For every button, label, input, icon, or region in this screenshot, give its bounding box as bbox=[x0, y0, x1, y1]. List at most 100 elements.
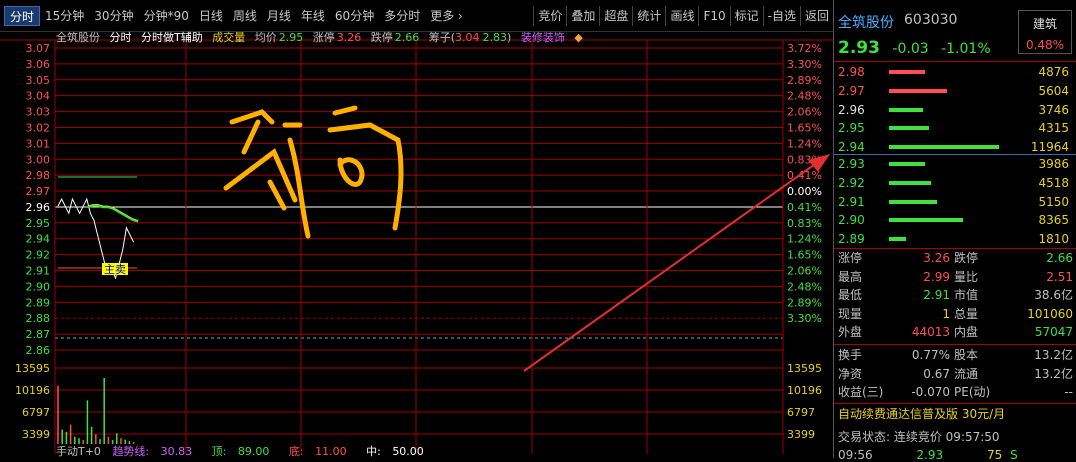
stat-row: 换手 0.77% 股本 13.2亿 bbox=[834, 346, 1076, 365]
tick-time: 09:56 bbox=[838, 448, 873, 462]
pct-tick: 1.24% bbox=[787, 233, 822, 246]
tab-8[interactable]: 60分钟 bbox=[330, 6, 379, 26]
asks-volume: 4876 bbox=[1038, 65, 1069, 79]
tab-6[interactable]: 月线 bbox=[262, 6, 296, 26]
asks-level-3[interactable]: 2.95 4315 bbox=[834, 119, 1076, 138]
chart-mode[interactable]: 分时 bbox=[110, 31, 132, 44]
tab-1[interactable]: 15分钟 bbox=[40, 6, 89, 26]
stat-l1: 最低 bbox=[838, 288, 863, 302]
stat-l1: 净资 bbox=[838, 366, 863, 381]
tab-0[interactable]: 分时 bbox=[4, 5, 41, 26]
stat-v1: 2.91 bbox=[923, 288, 950, 302]
pct-tick: 2.48% bbox=[787, 90, 822, 103]
bids-level-0[interactable]: 2.93 3986 bbox=[834, 155, 1076, 174]
intraday-chart[interactable]: 3.07 3.06 3.05 3.04 3.03 3.02 3.01 3.00 2.98 2.97… bbox=[0, 0, 833, 458]
bids-level-3[interactable]: 2.90 8365 bbox=[834, 211, 1076, 230]
price-tick: 2.89 bbox=[26, 296, 51, 309]
price-row: 2.93 -0.03 -1.01% bbox=[838, 38, 999, 58]
mid-label: 中: bbox=[366, 445, 381, 458]
mid-value: 50.00 bbox=[392, 445, 424, 458]
tab-7[interactable]: 年线 bbox=[296, 6, 330, 26]
bids-level-4[interactable]: 2.89 1810 bbox=[834, 230, 1076, 249]
diamond-icon[interactable]: ◆ bbox=[574, 31, 582, 44]
tick-price: 2.93 bbox=[916, 448, 944, 462]
asks-price: 2.95 bbox=[838, 121, 865, 136]
tab-10[interactable]: 更多 › bbox=[425, 6, 468, 26]
bids-level-2[interactable]: 2.91 5150 bbox=[834, 193, 1076, 212]
stat-row: 最低 2.91 市值 38.6亿 bbox=[834, 286, 1076, 305]
price-change-pct: -1.01% bbox=[941, 41, 991, 57]
period-toolbar: 分时 15分钟 30分钟 分钟*90 日线 周线 月线 年线 60分钟 多分时 更多 › 竞价 叠加超… bbox=[0, 0, 833, 32]
vol-tick-right: 3399 bbox=[787, 428, 815, 441]
asks-volume-bar bbox=[889, 107, 923, 112]
asks-volume-bar bbox=[889, 126, 929, 131]
vol-tick-right: 10196 bbox=[787, 384, 822, 397]
price-tick: 2.88 bbox=[26, 312, 51, 325]
tick-vol: 75 bbox=[986, 448, 1003, 462]
indicator-name[interactable]: 手动T+0 bbox=[56, 445, 101, 458]
stat-l1: 涨停 bbox=[838, 251, 863, 265]
tool-1[interactable]: 叠加 bbox=[566, 6, 599, 26]
asks-level-1[interactable]: 2.97 5604 bbox=[834, 82, 1076, 101]
tool-5[interactable]: F10 bbox=[698, 6, 729, 26]
stock-name[interactable]: 全筑股份 bbox=[838, 12, 894, 32]
tool-7[interactable]: -自选 bbox=[762, 6, 800, 26]
tool-8[interactable]: 返回 bbox=[799, 6, 833, 26]
stat-row: 涨停 3.26 跌停 2.66 bbox=[834, 249, 1076, 268]
vol-tick: 6797 bbox=[22, 406, 50, 419]
stat-l1: 最高 bbox=[838, 269, 863, 284]
chip-a: 3.04 bbox=[455, 31, 480, 44]
tool-3[interactable]: 统计 bbox=[632, 6, 665, 26]
trend-value: 30.83 bbox=[160, 445, 193, 458]
chip-label: 筹子( bbox=[428, 31, 456, 44]
tab-2[interactable]: 30分钟 bbox=[89, 6, 138, 26]
bids-level-1[interactable]: 2.92 4518 bbox=[834, 174, 1076, 193]
fundamentals-block: 换手 0.77% 股本 13.2亿 净资 0.67 流通 13.2亿 收益(三) -0.070 PE… bbox=[834, 346, 1076, 402]
tab-4[interactable]: 日线 bbox=[194, 6, 228, 26]
stat-v1: 0.77% bbox=[911, 348, 950, 362]
pct-tick: 1.65% bbox=[787, 249, 822, 262]
stat-v1: 0.67 bbox=[923, 366, 950, 381]
asks-volume: 4315 bbox=[1038, 121, 1069, 136]
stat-v2: 2.51 bbox=[1046, 269, 1073, 284]
stat-v2: -- bbox=[1064, 385, 1073, 399]
price-change: -0.03 bbox=[892, 41, 929, 57]
tool-6[interactable]: 标记 bbox=[729, 6, 763, 26]
vol-tick: 13595 bbox=[15, 362, 50, 375]
promo-banner[interactable]: 自动续费通达信普及版 30元/月 bbox=[838, 405, 1005, 422]
stat-l2: 股本 bbox=[954, 348, 979, 362]
avg-value: 2.95 bbox=[278, 31, 304, 44]
bids-volume-bar bbox=[889, 237, 906, 242]
bids-volume: 8365 bbox=[1038, 213, 1069, 228]
bids-price: 2.89 bbox=[838, 232, 865, 247]
pct-tick: 3.30% bbox=[787, 58, 822, 71]
stat-row: 收益(三) -0.070 PE(动) -- bbox=[834, 383, 1076, 402]
chart-assist[interactable]: 分时做T辅助 bbox=[141, 31, 203, 44]
stat-v2: 101060 bbox=[1027, 306, 1073, 321]
theme-label[interactable]: 装修装饰 bbox=[521, 31, 565, 44]
tab-5[interactable]: 周线 bbox=[228, 6, 262, 26]
tool-2[interactable]: 超盘 bbox=[599, 6, 632, 26]
price-tick: 2.91 bbox=[26, 265, 51, 278]
tab-3[interactable]: 分钟*90 bbox=[139, 6, 194, 26]
tool-0[interactable]: 竞价 bbox=[533, 6, 566, 26]
tool-4[interactable]: 画线 bbox=[665, 6, 698, 26]
asks-level-2[interactable]: 2.96 3746 bbox=[834, 101, 1076, 120]
limit-up-value: 3.26 bbox=[336, 31, 362, 44]
chart-stock-name: 全筑股份 bbox=[56, 31, 100, 44]
pct-tick: 3.72% bbox=[787, 42, 822, 55]
tick-side: S bbox=[1010, 448, 1018, 462]
bids-volume-bar bbox=[889, 218, 963, 223]
stock-code: 603030 bbox=[904, 12, 958, 28]
stat-v2: 2.66 bbox=[1046, 251, 1073, 265]
stat-l1: 收益(三) bbox=[838, 385, 884, 399]
price-tick: 3.03 bbox=[26, 106, 51, 119]
vol-tick-right: 13595 bbox=[787, 362, 822, 375]
price-tick: 2.90 bbox=[26, 280, 51, 293]
tab-9[interactable]: 多分时 bbox=[379, 6, 425, 26]
sector-badge[interactable]: 建筑 0.48% bbox=[1018, 10, 1072, 54]
asks-level-0[interactable]: 2.98 4876 bbox=[834, 63, 1076, 82]
chip-end: ) bbox=[507, 31, 512, 44]
asks-volume-bar bbox=[889, 88, 947, 93]
pct-tick: 3.30% bbox=[787, 312, 822, 325]
